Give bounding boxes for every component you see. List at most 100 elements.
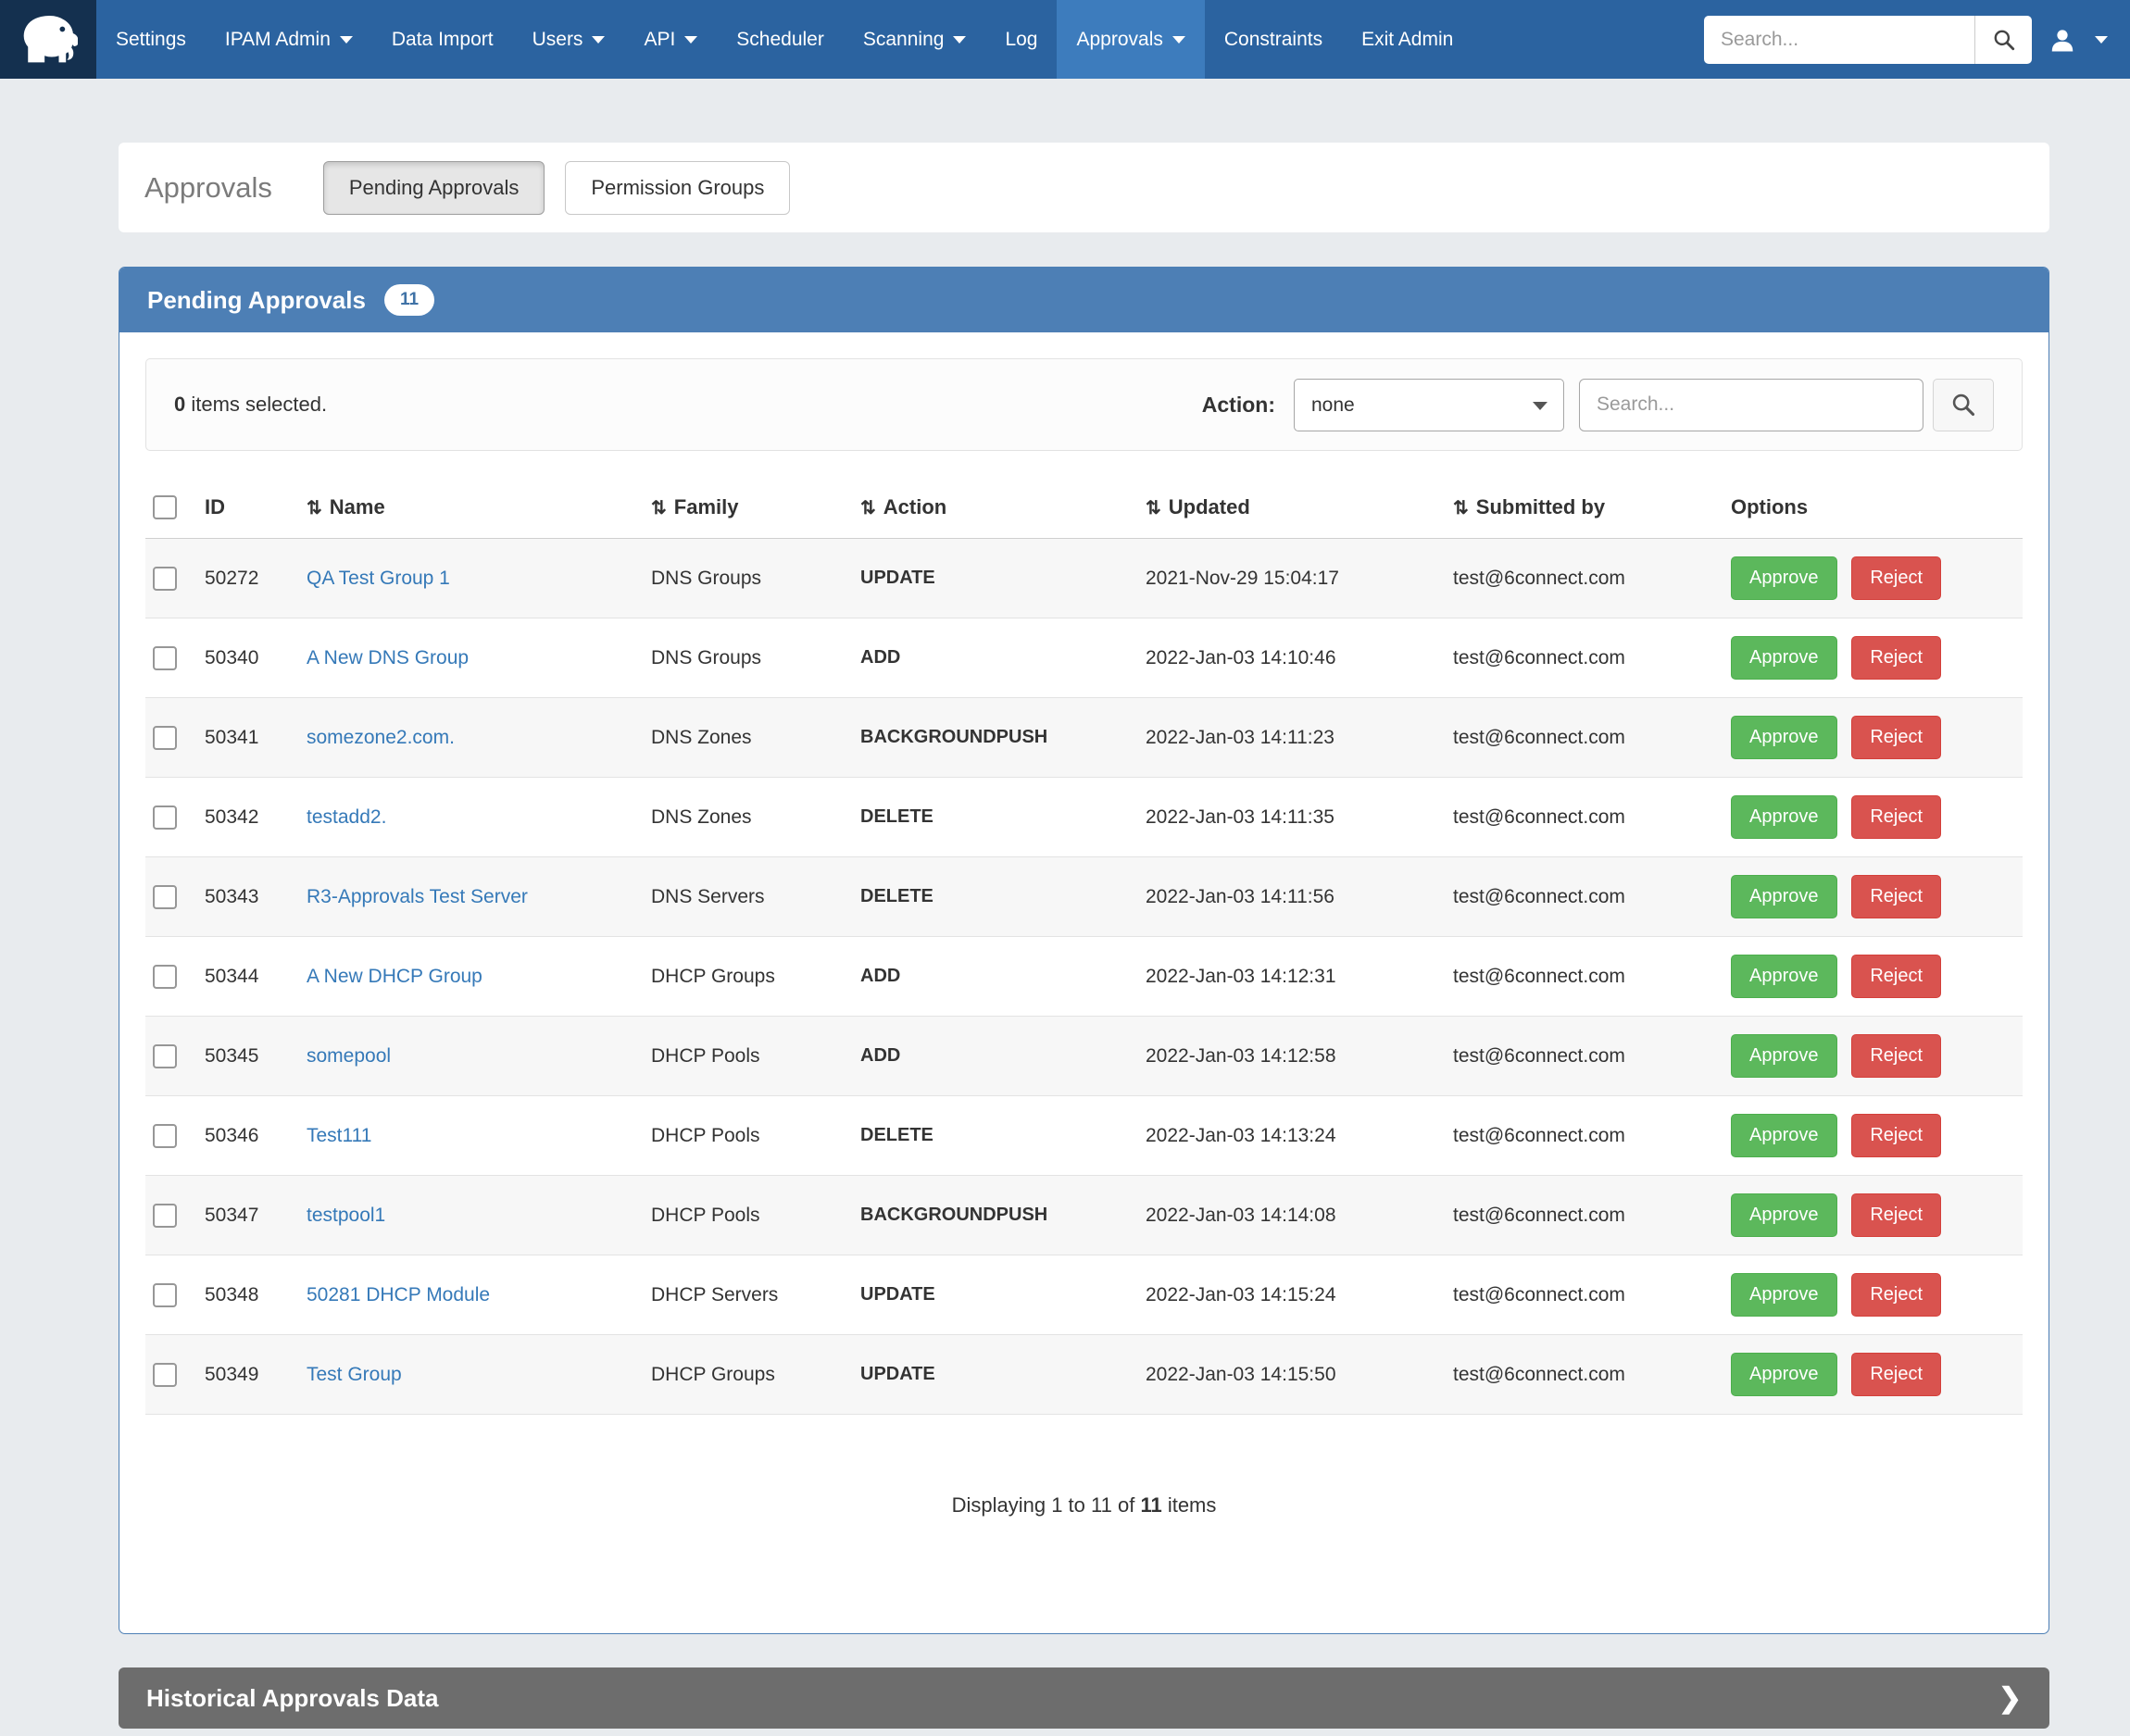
page-title: Approvals [144, 171, 272, 205]
row-name-link[interactable]: R3-Approvals Test Server [307, 886, 528, 907]
reject-button[interactable]: Reject [1851, 795, 1941, 839]
row-checkbox[interactable] [153, 1044, 177, 1068]
row-checkbox[interactable] [153, 1283, 177, 1307]
approve-button[interactable]: Approve [1731, 875, 1837, 918]
footer-count: 11 [1140, 1493, 1161, 1517]
user-menu[interactable] [2049, 26, 2108, 54]
historical-approvals-section[interactable]: Historical Approvals Data ❯ [119, 1667, 2049, 1729]
nav-item-approvals[interactable]: Approvals [1057, 0, 1204, 79]
row-action: DELETE [853, 778, 1138, 857]
reject-button[interactable]: Reject [1851, 875, 1941, 918]
reject-button[interactable]: Reject [1851, 955, 1941, 998]
row-updated: 2022-Jan-03 14:12:58 [1138, 1017, 1446, 1096]
approve-button[interactable]: Approve [1731, 955, 1837, 998]
nav-item-api[interactable]: API [624, 0, 717, 79]
row-name-link[interactable]: Test111 [307, 1125, 371, 1146]
nav-item-scheduler[interactable]: Scheduler [717, 0, 844, 79]
row-name-link[interactable]: 50281 DHCP Module [307, 1284, 490, 1305]
panel-body: 0 items selected. Action: none [119, 332, 2049, 1633]
row-submitted-by: test@6connect.com [1446, 857, 1723, 937]
tab-permission-groups[interactable]: Permission Groups [565, 161, 790, 215]
sort-icon: ⇅ [860, 498, 876, 518]
row-checkbox[interactable] [153, 1363, 177, 1387]
row-name-link[interactable]: A New DHCP Group [307, 966, 482, 987]
nav-item-users[interactable]: Users [513, 0, 625, 79]
approve-button[interactable]: Approve [1731, 1353, 1837, 1396]
approve-button[interactable]: Approve [1731, 716, 1837, 759]
table-row: 50348 50281 DHCP Module DHCP Servers UPD… [145, 1255, 2023, 1335]
row-name-link[interactable]: testpool1 [307, 1205, 385, 1226]
column-header-action[interactable]: ⇅Action [853, 477, 1138, 539]
row-name-link[interactable]: somepool [307, 1045, 391, 1067]
table-search-button[interactable] [1933, 379, 1994, 431]
approve-button[interactable]: Approve [1731, 1034, 1837, 1078]
row-name-link[interactable]: QA Test Group 1 [307, 568, 450, 589]
column-header-updated[interactable]: ⇅Updated [1138, 477, 1446, 539]
row-id: 50348 [197, 1255, 299, 1335]
reject-button[interactable]: Reject [1851, 1353, 1941, 1396]
column-header-submitted-by[interactable]: ⇅Submitted by [1446, 477, 1723, 539]
approve-button[interactable]: Approve [1731, 1114, 1837, 1157]
reject-button[interactable]: Reject [1851, 716, 1941, 759]
column-header-name[interactable]: ⇅Name [299, 477, 644, 539]
navbar-search-input[interactable] [1704, 16, 1974, 64]
reject-button[interactable]: Reject [1851, 556, 1941, 600]
row-submitted-by: test@6connect.com [1446, 1176, 1723, 1255]
nav-item-log[interactable]: Log [985, 0, 1057, 79]
row-checkbox[interactable] [153, 885, 177, 909]
row-checkbox[interactable] [153, 726, 177, 750]
row-checkbox[interactable] [153, 806, 177, 830]
action-select[interactable]: none [1294, 379, 1564, 431]
column-header-label: Updated [1169, 495, 1250, 518]
row-id: 50272 [197, 539, 299, 618]
approve-button[interactable]: Approve [1731, 556, 1837, 600]
row-checkbox[interactable] [153, 965, 177, 989]
pending-approvals-panel: Pending Approvals 11 0 items selected. A… [119, 267, 2049, 1634]
approve-button[interactable]: Approve [1731, 1193, 1837, 1237]
reject-button[interactable]: Reject [1851, 1273, 1941, 1317]
row-name-link[interactable]: testadd2. [307, 806, 386, 828]
column-header-options: Options [1723, 477, 2023, 539]
nav-item-constraints[interactable]: Constraints [1205, 0, 1342, 79]
table-search [1579, 379, 1994, 431]
nav-item-label: Users [532, 29, 583, 51]
row-id: 50340 [197, 618, 299, 698]
row-name-link[interactable]: A New DNS Group [307, 647, 469, 668]
row-action: DELETE [853, 1096, 1138, 1176]
table-row: 50343 R3-Approvals Test Server DNS Serve… [145, 857, 2023, 937]
column-header-family[interactable]: ⇅Family [644, 477, 853, 539]
chevron-right-icon: ❯ [1998, 1682, 2022, 1715]
row-name-link[interactable]: Test Group [307, 1364, 402, 1385]
column-header-label: Submitted by [1476, 495, 1605, 518]
action-label: Action: [1202, 393, 1275, 418]
reject-button[interactable]: Reject [1851, 1193, 1941, 1237]
mammoth-logo-icon [19, 10, 78, 69]
app-logo[interactable] [0, 0, 96, 79]
nav-item-scanning[interactable]: Scanning [844, 0, 986, 79]
approve-button[interactable]: Approve [1731, 795, 1837, 839]
approve-button[interactable]: Approve [1731, 636, 1837, 680]
table-search-input[interactable] [1579, 379, 1923, 431]
reject-button[interactable]: Reject [1851, 1034, 1941, 1078]
row-checkbox[interactable] [153, 1124, 177, 1148]
table-row: 50349 Test Group DHCP Groups UPDATE 2022… [145, 1335, 2023, 1415]
row-checkbox[interactable] [153, 646, 177, 670]
table-row: 50340 A New DNS Group DNS Groups ADD 202… [145, 618, 2023, 698]
nav-item-settings[interactable]: Settings [96, 0, 206, 79]
navbar-search-button[interactable] [1974, 16, 2032, 64]
user-icon [2049, 26, 2076, 54]
row-checkbox[interactable] [153, 567, 177, 591]
select-all-checkbox[interactable] [153, 495, 177, 519]
approve-button[interactable]: Approve [1731, 1273, 1837, 1317]
nav-item-exit-admin[interactable]: Exit Admin [1342, 0, 1472, 79]
reject-button[interactable]: Reject [1851, 1114, 1941, 1157]
row-name-link[interactable]: somezone2.com. [307, 727, 455, 748]
row-checkbox[interactable] [153, 1204, 177, 1228]
nav-item-data-import[interactable]: Data Import [372, 0, 513, 79]
reject-button[interactable]: Reject [1851, 636, 1941, 680]
action-select-wrap: none [1294, 379, 1564, 431]
chevron-down-icon [340, 36, 353, 44]
tab-pending-approvals[interactable]: Pending Approvals [323, 161, 545, 215]
footer-suffix: items [1162, 1493, 1217, 1517]
nav-item-ipam-admin[interactable]: IPAM Admin [206, 0, 372, 79]
